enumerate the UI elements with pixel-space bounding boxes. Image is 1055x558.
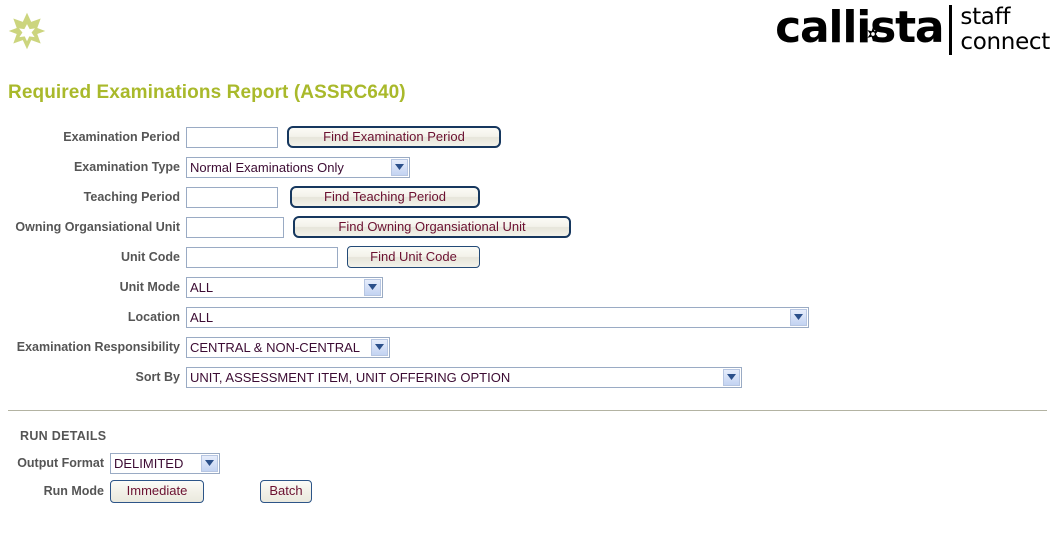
examination-type-select[interactable]: Normal Examinations Only <box>186 156 410 178</box>
small-six-point-star-icon <box>866 3 880 41</box>
run-row-run-mode: Run Mode Immediate Batch <box>0 477 1055 505</box>
examination-type-select-wrap: Normal Examinations Only <box>186 156 410 178</box>
output-format-select-wrap: DELIMITED <box>110 452 220 474</box>
examination-responsibility-select[interactable]: CENTRAL & NON-CENTRAL <box>186 336 390 358</box>
examination-period-input[interactable] <box>186 126 278 148</box>
teaching-period-input[interactable] <box>186 186 278 208</box>
examination-responsibility-select-wrap: CENTRAL & NON-CENTRAL <box>186 336 390 358</box>
form-row-examination-type: Examination Type Normal Examinations Onl… <box>0 152 1055 182</box>
location-select-wrap: ALL <box>186 306 809 328</box>
find-unit-code-button[interactable]: Find Unit Code <box>347 246 480 268</box>
label-examination-type: Examination Type <box>73 160 180 174</box>
unit-mode-select-wrap: ALL <box>186 276 383 298</box>
run-mode-batch-button[interactable]: Batch <box>260 479 312 503</box>
form-row-unit-mode: Unit Mode ALL <box>0 272 1055 302</box>
unit-code-input[interactable] <box>186 246 338 268</box>
form-row-examination-responsibility: Examination Responsibility CENTRAL & NON… <box>0 332 1055 362</box>
form-row-sort-by: Sort By UNIT, ASSESSMENT ITEM, UNIT OFFE… <box>0 362 1055 392</box>
find-examination-period-button[interactable]: Find Examination Period <box>287 126 501 148</box>
label-output-format: Output Format <box>17 456 104 470</box>
form-row-location: Location ALL <box>0 302 1055 332</box>
callista-staff-connect-logo: callista staff connect <box>775 4 1050 55</box>
page-title: Required Examinations Report (ASSRC640) <box>8 82 406 103</box>
brand-tagline: staff connect <box>952 4 1050 55</box>
sort-by-select[interactable]: UNIT, ASSESSMENT ITEM, UNIT OFFERING OPT… <box>186 366 742 388</box>
brand-wordmark: callista <box>775 4 949 52</box>
label-teaching-period: Teaching Period <box>83 190 180 204</box>
brand-tagline-line1: staff <box>960 4 1011 30</box>
eight-point-star-icon <box>8 12 46 50</box>
unit-mode-select[interactable]: ALL <box>186 276 383 298</box>
brand-name: callista <box>775 2 945 53</box>
label-unit-code: Unit Code <box>120 250 180 264</box>
form-row-teaching-period: Teaching Period Find Teaching Period <box>0 182 1055 212</box>
label-run-mode: Run Mode <box>43 484 104 498</box>
run-row-output-format: Output Format DELIMITED <box>0 449 1055 477</box>
label-examination-responsibility: Examination Responsibility <box>16 340 180 354</box>
run-details-heading: RUN DETAILS <box>20 429 107 443</box>
label-location: Location <box>127 310 180 324</box>
label-unit-mode: Unit Mode <box>119 280 180 294</box>
sort-by-select-wrap: UNIT, ASSESSMENT ITEM, UNIT OFFERING OPT… <box>186 366 742 388</box>
owning-organisational-unit-input[interactable] <box>186 216 284 238</box>
page-header: callista staff connect <box>0 0 1055 62</box>
find-owning-organisational-unit-button[interactable]: Find Owning Organsiational Unit <box>293 216 571 238</box>
label-sort-by: Sort By <box>135 370 180 384</box>
run-mode-immediate-button[interactable]: Immediate <box>110 479 204 503</box>
run-details-section: RUN DETAILS Output Format DELIMITED Run … <box>0 429 1055 505</box>
output-format-select[interactable]: DELIMITED <box>110 452 220 474</box>
form-row-owning-organisational-unit: Owning Organsiational Unit Find Owning O… <box>0 212 1055 242</box>
form-row-examination-period: Examination Period Find Examination Peri… <box>0 122 1055 152</box>
brand-tagline-line2: connect <box>960 29 1050 55</box>
location-select[interactable]: ALL <box>186 306 809 328</box>
form-row-unit-code: Unit Code Find Unit Code <box>0 242 1055 272</box>
section-divider <box>8 410 1047 411</box>
find-teaching-period-button[interactable]: Find Teaching Period <box>290 186 480 208</box>
label-owning-organisational-unit: Owning Organsiational Unit <box>15 220 180 234</box>
report-parameters-form: Examination Period Find Examination Peri… <box>0 122 1055 392</box>
label-examination-period: Examination Period <box>63 130 180 144</box>
